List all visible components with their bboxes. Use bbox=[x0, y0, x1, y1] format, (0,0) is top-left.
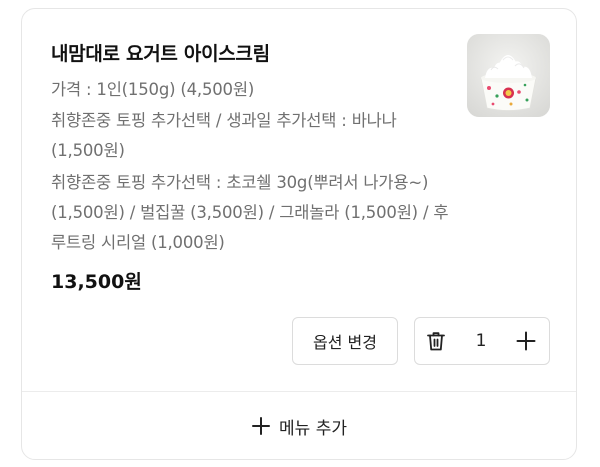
yogurt-ice-cream-image bbox=[467, 34, 550, 117]
cart-item: 내맘대로 요거트 아이스크림 가격 : 1인(150g) (4,500원) 취향… bbox=[22, 9, 576, 391]
option-price-line: 가격 : 1인(150g) (4,500원) bbox=[51, 80, 255, 99]
add-menu-button[interactable]: 메뉴 추가 bbox=[22, 392, 576, 460]
item-total-price: 13,500원 bbox=[51, 271, 142, 293]
option-change-button[interactable]: 옵션 변경 bbox=[292, 317, 398, 365]
quantity-value: 1 bbox=[475, 331, 487, 351]
add-menu-content: 메뉴 추가 bbox=[251, 414, 347, 439]
quantity-stepper: 1 bbox=[414, 317, 550, 365]
add-menu-label: 메뉴 추가 bbox=[279, 418, 347, 439]
option-topping-line: 취향존중 토핑 추가선택 : 초코쉘 30g(뿌려서 나가용~) (1,500원… bbox=[51, 173, 449, 252]
item-thumbnail bbox=[467, 34, 550, 117]
trash-icon[interactable] bbox=[423, 328, 449, 354]
cart-item-card: 내맘대로 요거트 아이스크림 가격 : 1인(150g) (4,500원) 취향… bbox=[21, 8, 577, 460]
plus-icon[interactable] bbox=[513, 328, 539, 354]
plus-icon bbox=[251, 416, 271, 436]
item-title: 내맘대로 요거트 아이스크림 bbox=[51, 43, 270, 65]
option-fruit-line: 취향존중 토핑 추가선택 / 생과일 추가선택 : 바나나 (1,500원) bbox=[51, 111, 397, 160]
